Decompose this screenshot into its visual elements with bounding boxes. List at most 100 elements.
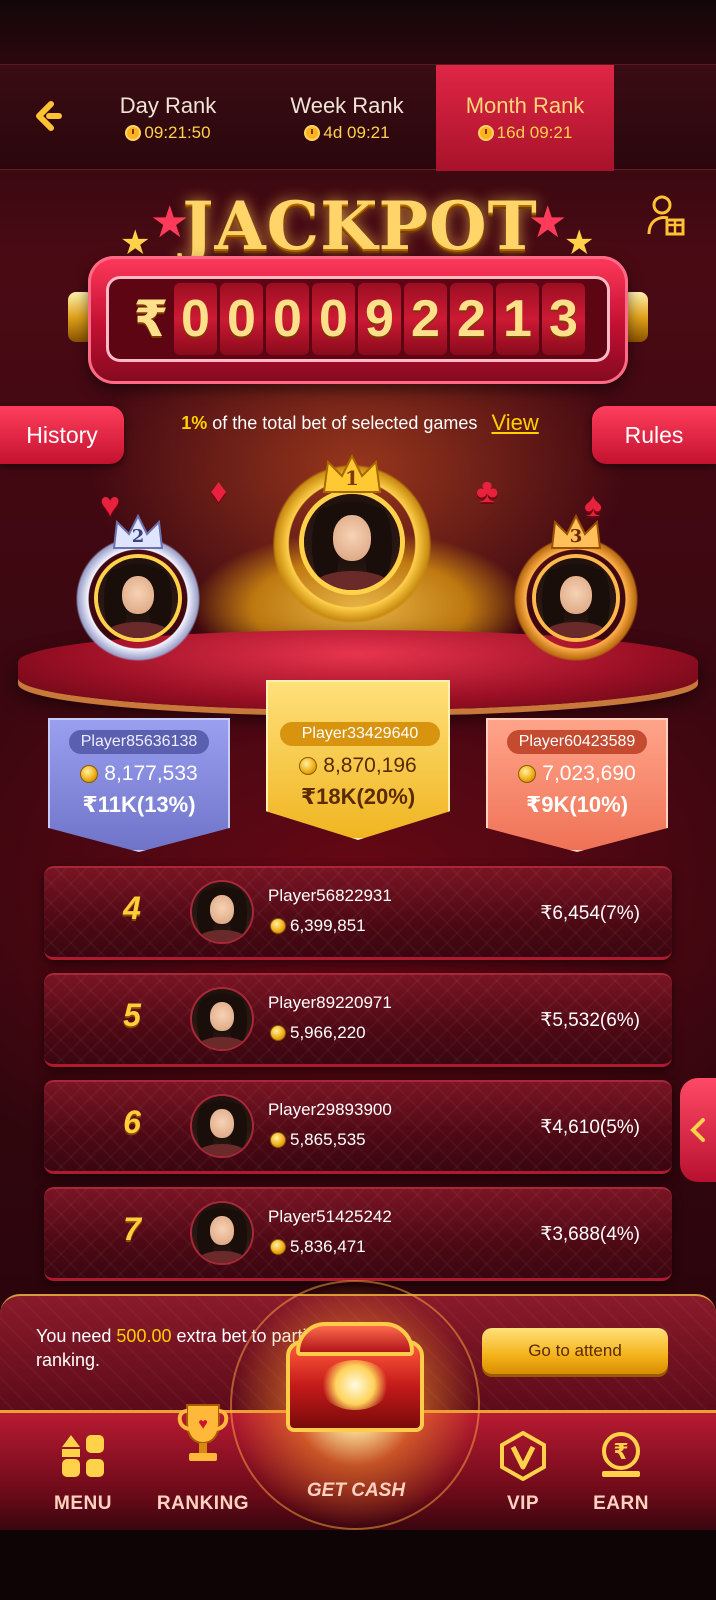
silver-crown-icon: 2 [110,512,166,552]
player-prize: ₹3,688(4%) [540,1224,640,1245]
tab-week-rank[interactable]: Week Rank 4d 09:21 [272,65,422,171]
rank-number: 7 [123,1211,141,1247]
rank-card-1: Player33429640 8,870,196 ₹18K(20%) [266,680,450,840]
coin-icon [80,765,99,783]
player-score: 6,399,851 [270,916,366,936]
rupee-sign: ₹ [133,291,169,347]
coin-icon [270,1132,286,1148]
tab-timer: 09:21:50 [125,123,211,143]
clock-icon [304,125,321,141]
club-suit-icon: ♣ [476,472,499,510]
podium-rank-1[interactable]: 1 [262,452,442,624]
jackpot-digits: ₹ 0 0 0 0 9 2 2 1 3 [106,276,610,362]
rank-number: 4 [123,890,141,926]
player-name: Player29893900 [268,1100,392,1119]
back-button[interactable] [22,91,72,141]
jackpot-digit: 2 [450,283,493,355]
nav-earn[interactable]: ₹ EARN [566,1423,676,1523]
jackpot-digit: 1 [496,283,539,355]
menu-grid-icon [62,1435,104,1477]
nav-label: EARN [593,1493,649,1514]
coin-icon [270,1239,286,1255]
coin-icon [518,765,537,783]
view-link[interactable]: View [491,410,538,436]
jackpot-digit: 0 [312,283,355,355]
rank-tab-bar: Day Rank 09:21:50 Week Rank 4d 09:21 Mon… [0,64,716,171]
bronze-crown-icon: 3 [548,512,604,552]
rules-button[interactable]: Rules [592,406,716,464]
player-prize: ₹4,610(5%) [540,1117,640,1138]
ranking-row-7[interactable]: 7 Player51425242 5,836,471 ₹3,688(4%) [44,1187,672,1281]
chevron-left-icon [690,1118,705,1142]
tab-label: Week Rank [290,93,404,118]
tab-day-rank[interactable]: Day Rank 09:21:50 [98,65,238,171]
clock-icon [125,125,142,141]
jackpot-info: 1% of the total bet of selected games Vi… [140,406,580,440]
avatar [98,558,178,638]
clock-icon [477,125,494,141]
go-to-attend-button[interactable]: Go to attend [482,1328,668,1374]
jackpot-digit: 2 [404,283,447,355]
player-score: 5,865,535 [270,1130,366,1150]
jackpot-info-text: of the total bet of selected games [212,412,478,433]
jackpot-digit: 0 [220,283,263,355]
player-score: 7,023,690 [488,762,666,786]
nav-label: RANKING [156,1493,250,1514]
history-button[interactable]: History [0,406,124,464]
coin-icon [270,918,286,934]
nav-vip[interactable]: VIP [468,1423,578,1523]
player-prize: ₹6,454(7%) [540,903,640,924]
avatar [192,989,252,1049]
jackpot-title: JACKPOT [182,187,538,265]
nav-get-cash[interactable]: GET CASH [286,1480,426,1502]
jackpot-counter: ₹ 0 0 0 0 9 2 2 1 3 [68,256,648,386]
jackpot-digit: 3 [542,283,585,355]
ranking-row-6[interactable]: 6 Player29893900 5,865,535 ₹4,610(5%) [44,1080,672,1174]
ranking-screen: Day Rank 09:21:50 Week Rank 4d 09:21 Mon… [0,0,716,1600]
nav-label: MENU [54,1493,112,1514]
vip-shield-icon [500,1431,546,1481]
player-name: Player85636138 [68,730,210,754]
avatar [536,558,616,638]
player-score: 5,836,471 [270,1237,366,1257]
player-score: 8,177,533 [50,762,228,786]
jackpot-digit: 0 [266,283,309,355]
jackpot-counter-frame: ₹ 0 0 0 0 9 2 2 1 3 [88,256,628,384]
rank-card-3: Player60423589 7,023,690 ₹9K(10%) [486,718,668,852]
trophy-icon: ♥ [177,1404,229,1461]
avatar [192,1096,252,1156]
gift-profile-icon[interactable] [646,194,686,238]
gold-crown-icon: 1 [320,452,384,496]
coin-icon [270,1025,286,1041]
player-name: Player51425242 [268,1207,392,1226]
player-name: Player33429640 [280,722,440,746]
rupee-coin-icon: ₹ [602,1432,640,1477]
rank-number: 5 [123,997,141,1033]
star-icon: ★ [120,224,151,262]
player-name: Player89220971 [268,993,392,1012]
rank-badge: 2 [131,526,145,547]
avatar [192,1203,252,1263]
avatar [192,882,252,942]
podium-rank-2[interactable]: 2 [68,512,208,662]
player-name: Player56822931 [268,886,392,905]
expand-side-panel-button[interactable] [680,1078,716,1182]
player-prize: ₹18K(20%) [300,784,416,809]
avatar [304,494,400,590]
diamond-suit-icon: ♦ [210,472,228,510]
podium-rank-3[interactable]: 3 [506,512,646,662]
tab-month-rank[interactable]: Month Rank 16d 09:21 [436,65,614,171]
coin-icon [299,757,318,775]
svg-text:₹: ₹ [613,1439,628,1464]
rank-card-2: Player85636138 8,177,533 ₹11K(13%) [48,718,230,852]
nav-label: VIP [506,1493,540,1514]
player-score: 5,966,220 [270,1023,366,1043]
ranking-row-5[interactable]: 5 Player89220971 5,966,220 ₹5,532(6%) [44,973,672,1067]
chest-shine [320,1360,390,1410]
nav-menu[interactable]: MENU [28,1423,138,1523]
tab-timer: 16d 09:21 [477,123,572,143]
back-arrow-icon [36,101,62,131]
rank-badge: 3 [569,526,583,547]
treasure-chest-lid [296,1322,414,1356]
ranking-row-4[interactable]: 4 Player56822931 6,399,851 ₹6,454(7%) [44,866,672,960]
